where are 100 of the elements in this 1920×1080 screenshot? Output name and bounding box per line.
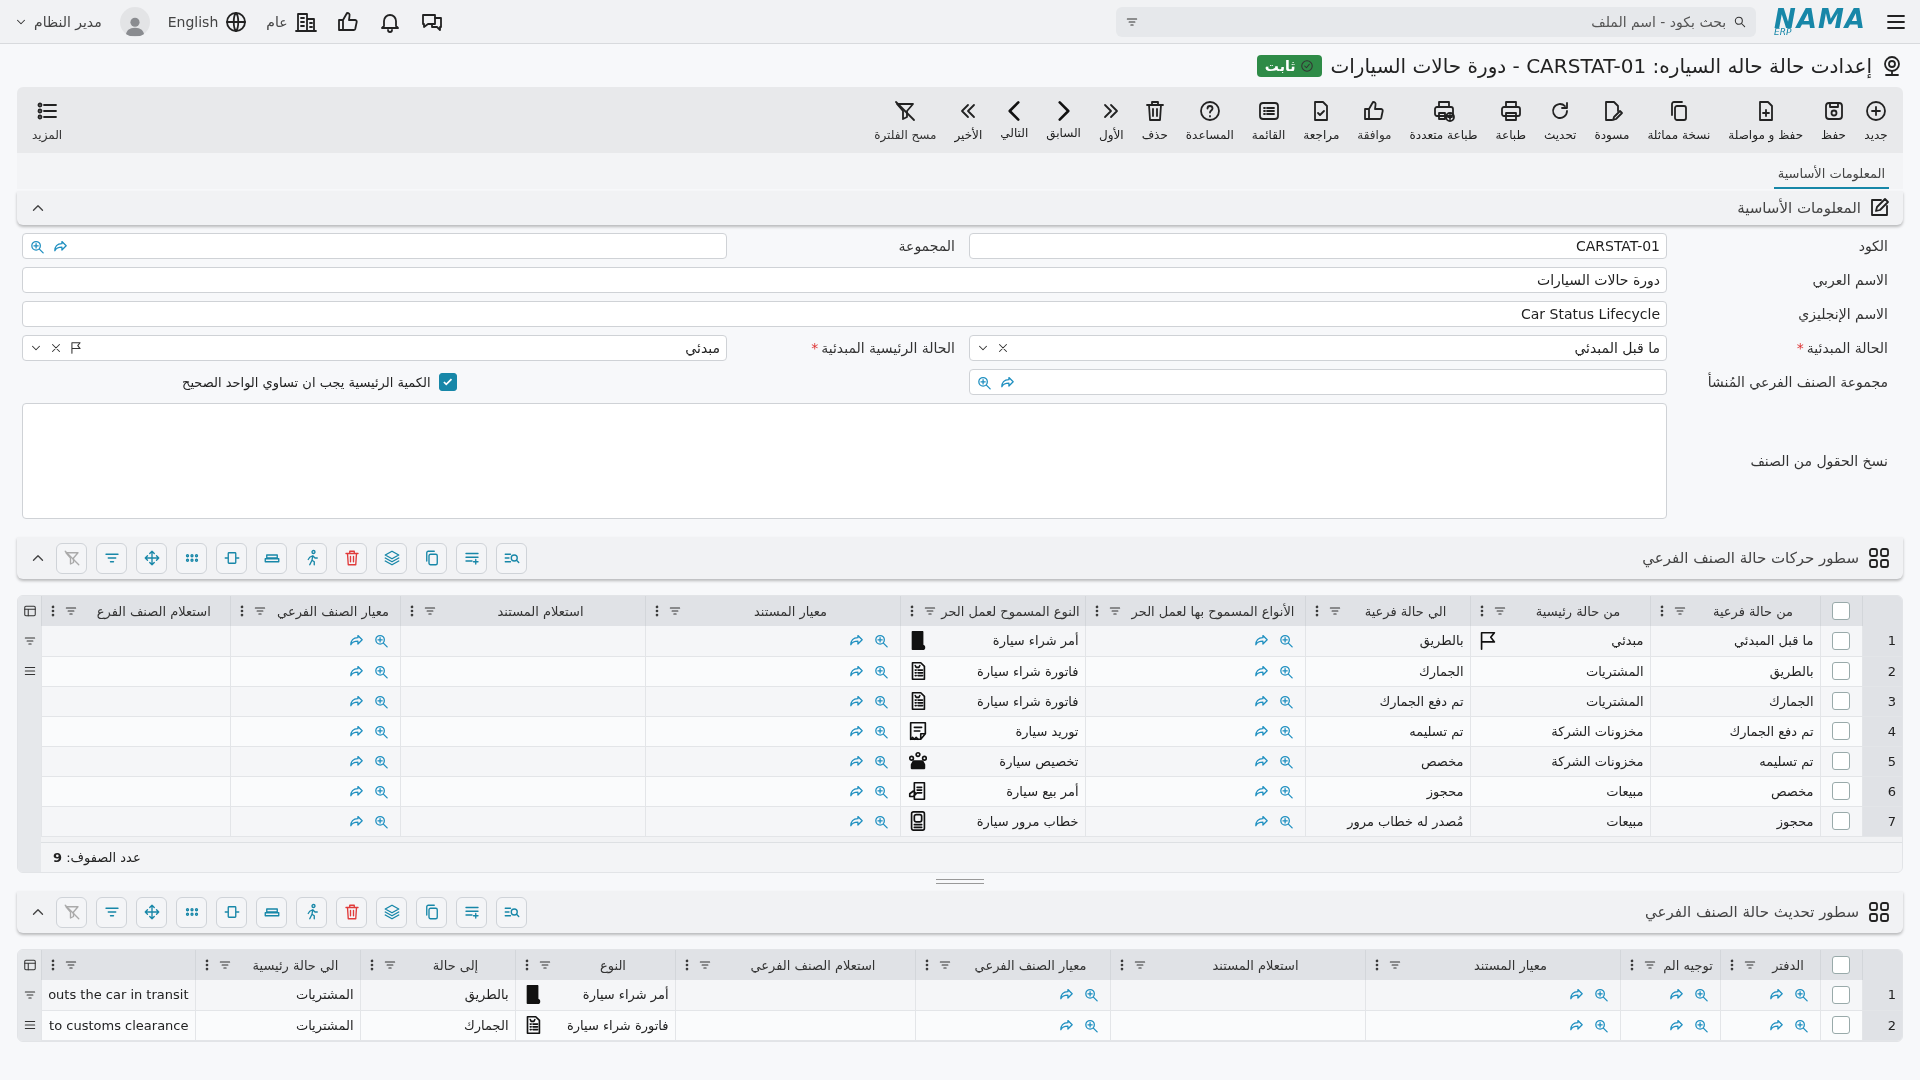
fit-columns-icon xyxy=(222,549,241,567)
user-name[interactable]: مدير النظام xyxy=(34,13,102,30)
table-cell: أمر شراء سيارة xyxy=(992,633,1079,649)
row-number: 5 xyxy=(1862,746,1902,776)
row-checkbox[interactable] xyxy=(1832,631,1850,650)
search-plus-icon[interactable] xyxy=(1792,986,1810,1004)
table-cell: تخصيص سيارة xyxy=(999,753,1079,769)
thumbs-up-icon[interactable] xyxy=(335,9,360,34)
globe-icon[interactable] xyxy=(224,9,249,34)
splitter-handle[interactable] xyxy=(936,878,984,884)
search-plus-icon[interactable] xyxy=(872,632,890,650)
toolbar-button[interactable]: طباعة متعددة xyxy=(1400,98,1487,142)
row-checkbox[interactable] xyxy=(1832,782,1850,800)
move-arrows-button[interactable] xyxy=(136,542,167,574)
search-plus-icon[interactable] xyxy=(1082,986,1100,1004)
layers-button[interactable] xyxy=(376,542,407,574)
search-field[interactable]: بحث بكود - اسم الملف xyxy=(1116,6,1757,37)
copy-button[interactable] xyxy=(416,542,447,574)
search-list-button[interactable] xyxy=(496,542,527,574)
fit-columns-button[interactable] xyxy=(216,542,247,574)
toolbar-button[interactable]: جديد xyxy=(1855,98,1897,142)
language-link[interactable]: English xyxy=(167,13,219,30)
tab[interactable]: المعلومات الأساسية xyxy=(1773,160,1889,189)
search-plus-icon[interactable] xyxy=(372,632,390,650)
row-checkbox[interactable] xyxy=(1832,812,1850,830)
add-lines-button[interactable] xyxy=(456,542,487,574)
select-all-checkbox[interactable] xyxy=(1832,602,1850,620)
filter-button[interactable] xyxy=(96,896,127,928)
add-lines-button[interactable] xyxy=(456,896,487,928)
chevron-icon xyxy=(1057,100,1070,121)
table-cell: تم تسليمه xyxy=(1650,746,1820,776)
dots-grid-button[interactable] xyxy=(176,896,207,928)
move-arrows-button[interactable] xyxy=(136,896,167,928)
toolbar-button[interactable]: حذف xyxy=(1132,98,1177,142)
row-checkbox[interactable] xyxy=(1832,692,1850,710)
table-cell: outs the car in transit xyxy=(41,980,195,1010)
fit-columns-icon xyxy=(222,903,241,921)
table-cell: المشتريات xyxy=(195,980,360,1010)
toolbar-button[interactable]: مسودة xyxy=(1585,98,1639,142)
trash-button[interactable] xyxy=(336,542,367,574)
plus-circle-icon xyxy=(1864,98,1888,123)
toolbar-button[interactable]: حفظ xyxy=(1812,98,1855,142)
text-field[interactable]: دورة حالات السيارات xyxy=(22,267,1667,293)
toolbar-button[interactable]: المساعدة xyxy=(1176,98,1243,142)
table-cell: فاتورة شراء سيارة xyxy=(976,693,1079,709)
toolbar-button[interactable]: القائمة xyxy=(1242,98,1295,142)
row-checkbox[interactable] xyxy=(1832,752,1850,770)
table-cell: توريد سيارة xyxy=(1015,723,1079,739)
toolbar-button[interactable]: الأول xyxy=(1089,98,1133,142)
grid-icon xyxy=(1867,900,1891,924)
clear-icon[interactable] xyxy=(49,341,63,355)
search-plus-icon[interactable] xyxy=(1692,986,1710,1004)
search-plus-icon[interactable] xyxy=(1277,632,1295,650)
filter-icon[interactable] xyxy=(22,634,37,648)
checkbox[interactable] xyxy=(438,373,457,391)
row-checkbox[interactable] xyxy=(1832,1016,1850,1034)
running-person-button[interactable] xyxy=(296,896,327,928)
select-field[interactable]: ما قبل المبدئي xyxy=(969,335,1667,361)
copy-button[interactable] xyxy=(416,896,447,928)
menu-icon[interactable] xyxy=(22,664,37,678)
toolbar-button[interactable]: تحديث xyxy=(1534,98,1586,142)
text-field[interactable]: Car Status Lifecycle xyxy=(22,301,1667,327)
toolbar-button[interactable]: نسخة مماثلة xyxy=(1638,98,1720,142)
fit-columns-button[interactable] xyxy=(216,896,247,928)
status-badge: ثابت xyxy=(1256,54,1323,77)
table-cell: الجمارك xyxy=(1305,656,1470,686)
row-checkbox[interactable] xyxy=(1832,662,1850,680)
filter-icon[interactable] xyxy=(22,988,37,1002)
toolbar-button[interactable]: مراجعة xyxy=(1294,98,1349,142)
select-all-checkbox[interactable] xyxy=(1832,956,1850,974)
toolbar-button[interactable]: حفظ و مواصلة xyxy=(1719,98,1813,142)
clear-icon[interactable] xyxy=(996,341,1010,355)
dots-grid-button[interactable] xyxy=(176,542,207,574)
chevron-icon xyxy=(1008,100,1021,121)
running-person-button[interactable] xyxy=(296,542,327,574)
filter-button[interactable] xyxy=(96,542,127,574)
toolbar-button[interactable]: السابق xyxy=(1037,100,1090,140)
search-plus-icon[interactable] xyxy=(1592,986,1610,1004)
menu-icon[interactable] xyxy=(22,1018,37,1032)
row-checkbox[interactable] xyxy=(1832,722,1850,740)
select-field[interactable]: مبدئي xyxy=(22,335,727,361)
rows-button[interactable] xyxy=(256,542,287,574)
text-field[interactable]: CARSTAT-01 xyxy=(969,233,1667,259)
toolbar-button[interactable]: الأخير xyxy=(945,98,992,142)
search-list-button[interactable] xyxy=(496,896,527,928)
row-checkbox[interactable] xyxy=(1832,985,1850,1004)
table-icon[interactable] xyxy=(22,958,37,972)
toolbar-button[interactable]: التالي xyxy=(991,100,1038,140)
trash-button[interactable] xyxy=(336,896,367,928)
rows-button[interactable] xyxy=(256,896,287,928)
lookup-field[interactable] xyxy=(22,233,727,259)
toolbar-button[interactable]: طباعة xyxy=(1486,98,1535,142)
layers-button[interactable] xyxy=(376,896,407,928)
branch-label[interactable]: عام xyxy=(266,13,288,30)
table-icon[interactable] xyxy=(22,604,37,618)
row-number: 3 xyxy=(1862,686,1902,716)
printer-plus-icon xyxy=(1431,98,1456,123)
lookup-field[interactable] xyxy=(969,369,1667,395)
more-button[interactable]: المزيد xyxy=(23,98,72,142)
table-cell: تم دفع الجمارك xyxy=(1650,716,1820,746)
